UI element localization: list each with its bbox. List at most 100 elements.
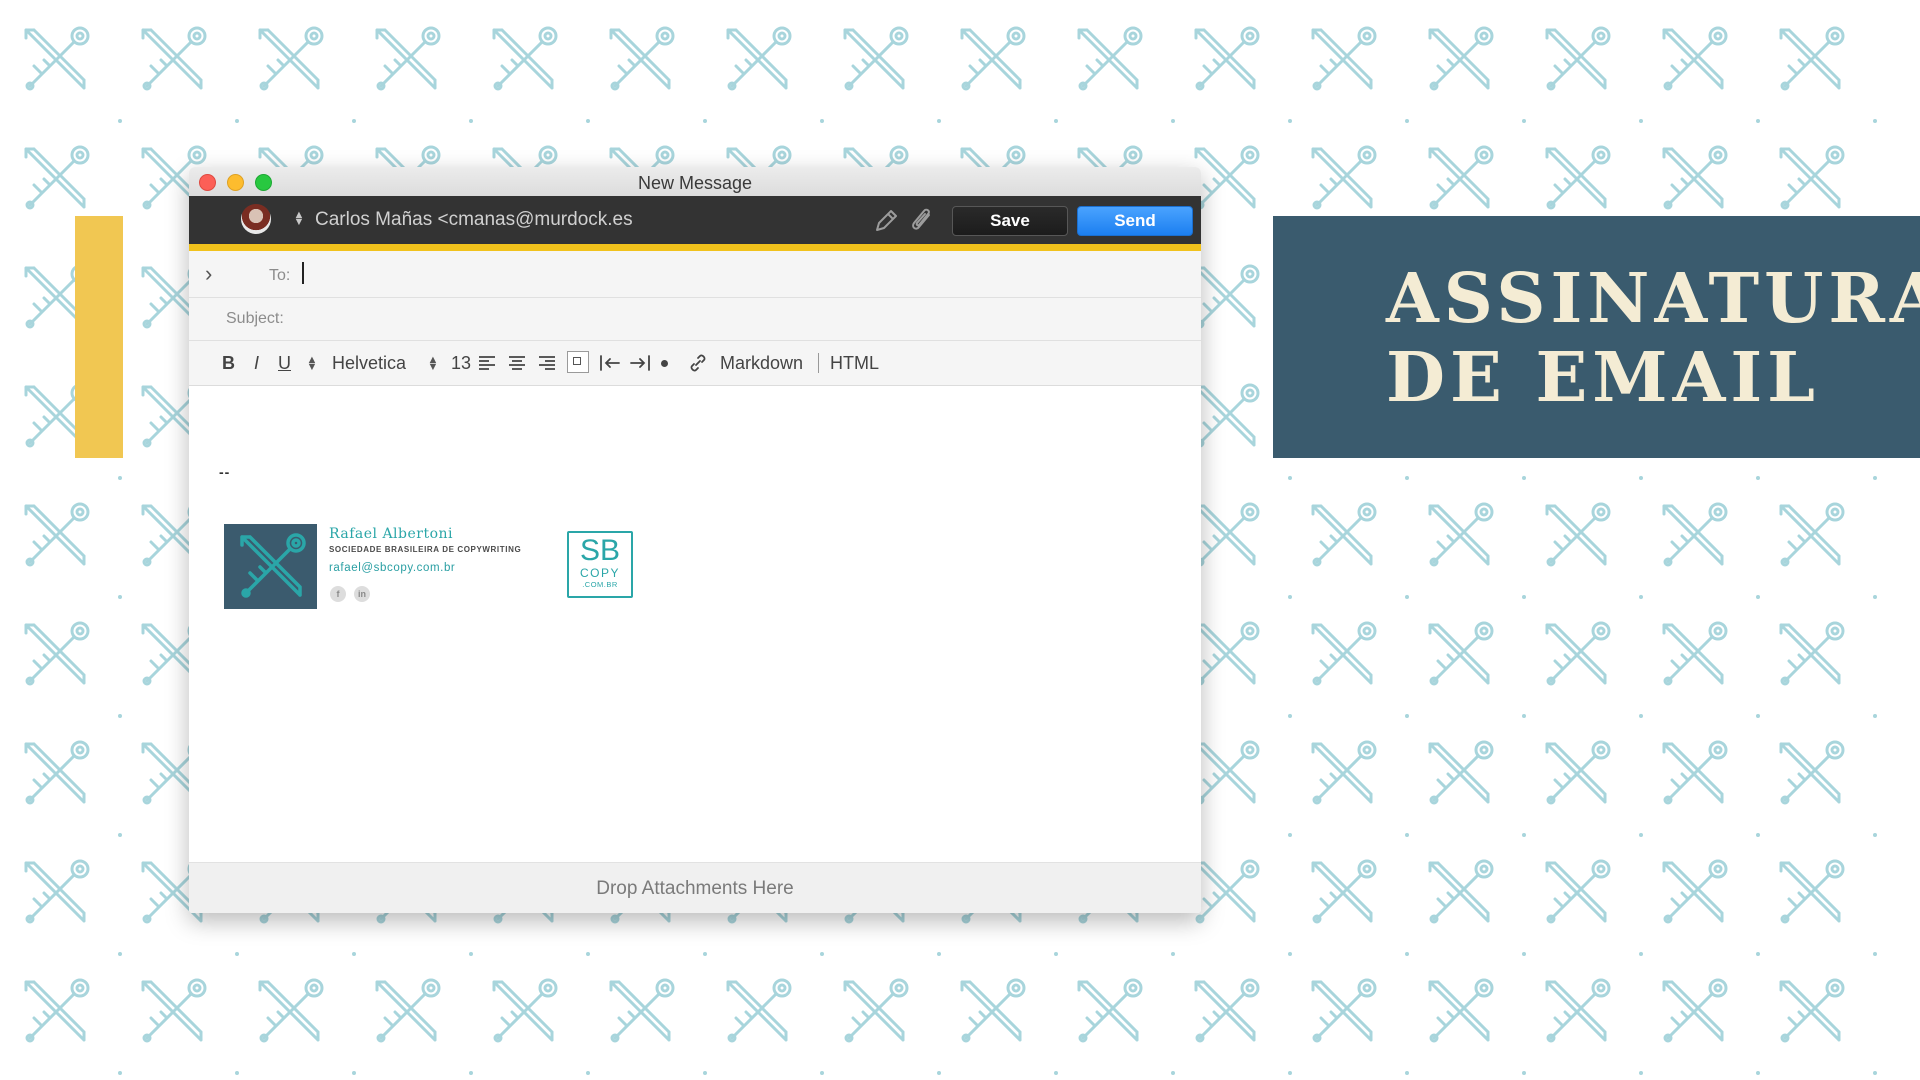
pattern-dot (1522, 714, 1526, 718)
pattern-dot (703, 119, 707, 123)
font-size-select[interactable]: 13 (451, 352, 471, 374)
pattern-dot (586, 952, 590, 956)
pattern-icon (1662, 621, 1728, 686)
pattern-dot (1171, 1071, 1175, 1075)
pattern-dot (235, 1071, 239, 1075)
pattern-dot (1054, 952, 1058, 956)
text-caret (302, 262, 304, 284)
pattern-dot (1522, 833, 1526, 837)
underline-button[interactable]: U (278, 352, 291, 374)
pattern-icon (1311, 859, 1377, 924)
pattern-dot (1756, 595, 1760, 599)
font-stepper-icon[interactable]: ▲ ▼ (306, 355, 318, 373)
attachment-drop-label: Drop Attachments Here (596, 878, 794, 899)
window-title: New Message (637, 173, 753, 193)
bullet-list-icon[interactable] (661, 360, 668, 367)
pattern-icon (1662, 502, 1728, 567)
facebook-icon[interactable]: f (330, 586, 346, 602)
pattern-dot (1639, 952, 1643, 956)
signature-email-link[interactable]: rafael@sbcopy.com.br (329, 562, 455, 574)
markdown-mode-button[interactable]: Markdown (720, 352, 803, 374)
message-body-editor[interactable]: -- Rafael Albertoni SOCIEDADE BRASILEIRA… (189, 386, 1201, 862)
account-stepper-icon[interactable]: ▲ ▼ (293, 210, 305, 228)
subject-row: Subject: (189, 298, 1201, 341)
pattern-icon (141, 978, 207, 1043)
format-toolbar: B I U ▲ ▼ Helvetica ▲ ▼ 13 Markdown HTML (189, 341, 1201, 386)
pattern-icon (1428, 145, 1494, 210)
pattern-icon (24, 502, 90, 567)
pattern-icon (1194, 978, 1260, 1043)
pattern-dot (1405, 833, 1409, 837)
pattern-icon (1194, 502, 1260, 567)
window-titlebar[interactable]: New Message (189, 167, 1201, 197)
pattern-dot (1405, 952, 1409, 956)
pattern-dot (703, 952, 707, 956)
pattern-dot (1756, 714, 1760, 718)
pattern-dot (1288, 714, 1292, 718)
from-account-selector[interactable]: Carlos Mañas <cmanas@murdock.es (315, 209, 633, 231)
pattern-dot (1522, 952, 1526, 956)
pattern-icon (1779, 621, 1845, 686)
pattern-dot (1639, 833, 1643, 837)
to-input[interactable] (302, 262, 1166, 288)
pattern-icon (1545, 145, 1611, 210)
pattern-dot (1639, 476, 1643, 480)
pattern-dot (1171, 952, 1175, 956)
avatar[interactable] (241, 204, 271, 234)
bold-button[interactable]: B (222, 352, 235, 374)
pattern-dot (820, 1071, 824, 1075)
pattern-icon (1779, 26, 1845, 91)
pattern-dot (118, 714, 122, 718)
title-panel: ASSINATURA DE EMAIL (1273, 216, 1920, 458)
send-button[interactable]: Send (1077, 206, 1193, 236)
pattern-icon (1779, 978, 1845, 1043)
pattern-icon (1545, 621, 1611, 686)
pattern-dot (1873, 833, 1877, 837)
save-button[interactable]: Save (952, 206, 1068, 236)
pattern-icon (1194, 145, 1260, 210)
pattern-icon (141, 26, 207, 91)
subject-input[interactable] (297, 306, 1161, 332)
pattern-icon (1194, 859, 1260, 924)
pattern-icon (24, 859, 90, 924)
pattern-dot (1405, 714, 1409, 718)
pencil-icon[interactable] (873, 208, 899, 234)
signature-separator: -- (219, 464, 231, 480)
block-quote-icon[interactable] (567, 351, 589, 373)
font-family-select[interactable]: Helvetica (332, 352, 406, 374)
pattern-dot (1288, 952, 1292, 956)
pattern-dot (469, 119, 473, 123)
pattern-icon (1545, 502, 1611, 567)
pattern-dot (352, 119, 356, 123)
pattern-icon (1662, 859, 1728, 924)
pattern-dot (469, 952, 473, 956)
italic-button[interactable]: I (254, 352, 259, 374)
align-right-icon[interactable] (538, 355, 556, 371)
pattern-icon (1662, 26, 1728, 91)
align-center-icon[interactable] (508, 355, 526, 371)
indent-icon[interactable] (629, 354, 651, 372)
pattern-icon (1194, 740, 1260, 805)
pattern-dot (1171, 119, 1175, 123)
pattern-dot (118, 476, 122, 480)
html-mode-button[interactable]: HTML (830, 352, 879, 374)
size-stepper-icon[interactable]: ▲ ▼ (427, 355, 439, 373)
pattern-icon (1077, 26, 1143, 91)
pattern-icon (1194, 26, 1260, 91)
pattern-icon (492, 26, 558, 91)
attachment-drop-zone[interactable]: Drop Attachments Here (189, 862, 1201, 913)
pattern-icon (1545, 859, 1611, 924)
pattern-icon (843, 26, 909, 91)
link-icon[interactable] (687, 352, 709, 374)
linkedin-icon[interactable]: in (354, 586, 370, 602)
pattern-dot (1288, 476, 1292, 480)
align-left-icon[interactable] (478, 355, 496, 371)
pattern-dot (820, 119, 824, 123)
pattern-dot (1756, 952, 1760, 956)
paperclip-icon[interactable] (909, 207, 935, 235)
outdent-icon[interactable] (599, 354, 621, 372)
pattern-icon (492, 978, 558, 1043)
pattern-dot (1756, 476, 1760, 480)
chevron-right-icon[interactable]: › (205, 261, 212, 287)
pattern-icon (258, 978, 324, 1043)
